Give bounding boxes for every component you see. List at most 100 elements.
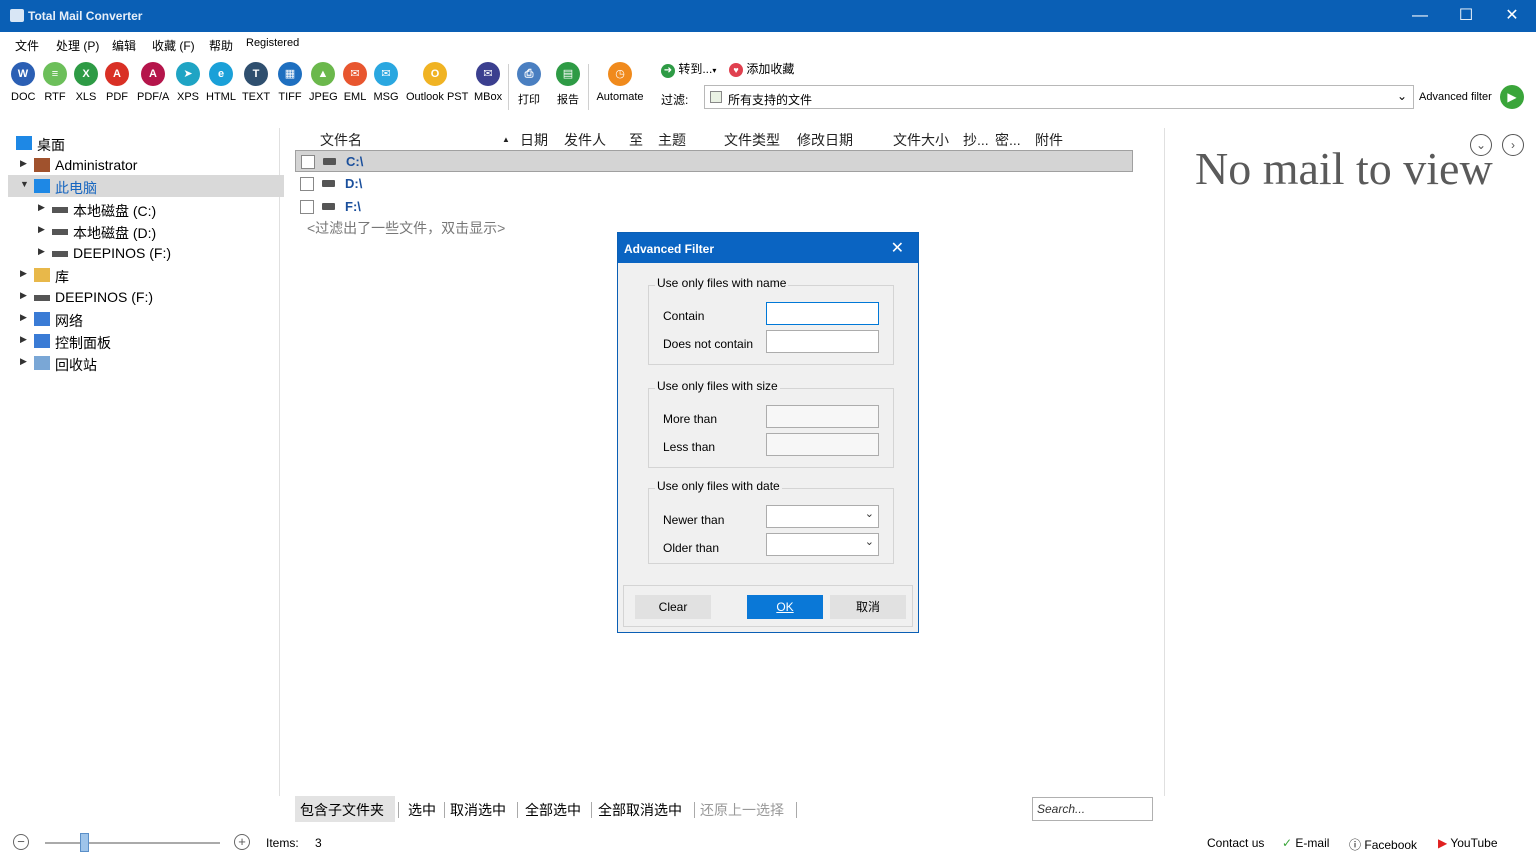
report-icon: ▤	[556, 62, 580, 86]
tree-item[interactable]: ▶ 网络	[0, 308, 276, 330]
search-input[interactable]: Search...	[1032, 797, 1153, 821]
convert-eml-button[interactable]: ✉ EML	[343, 62, 367, 103]
dialog-close-icon[interactable]: ✕	[891, 238, 904, 258]
column-header[interactable]: 至	[629, 130, 643, 150]
convert-tiff-button[interactable]: ▦ TIFF	[277, 62, 303, 103]
collapsed-arrow-icon[interactable]: ▶	[20, 334, 27, 345]
row-checkbox[interactable]	[300, 177, 314, 191]
column-header[interactable]: 文件大小	[893, 130, 949, 150]
column-header[interactable]: 附件	[1035, 130, 1063, 150]
not-contain-input[interactable]	[766, 330, 879, 353]
automate-button[interactable]: ◷ Automate	[596, 62, 644, 103]
file-row[interactable]: C:\	[295, 150, 1133, 172]
close-button[interactable]: ✕	[1489, 0, 1535, 32]
newer-than-select[interactable]: ⌄	[766, 505, 879, 528]
menu-help[interactable]: 帮助	[209, 37, 233, 54]
convert-msg-button[interactable]: ✉ MSG	[373, 62, 399, 103]
zoom-out-icon[interactable]: −	[13, 834, 29, 850]
row-checkbox[interactable]	[300, 200, 314, 214]
email-link[interactable]: ✓ E-mail	[1282, 836, 1329, 850]
column-header[interactable]: 文件类型	[724, 130, 780, 150]
filter-select[interactable]: 所有支持的文件 ⌄	[704, 85, 1414, 109]
column-header[interactable]: 文件名	[320, 130, 362, 150]
expanded-arrow-icon[interactable]: ▼	[20, 179, 29, 189]
tree-item[interactable]: ▶ 库	[0, 264, 276, 286]
maximize-button[interactable]: ☐	[1443, 0, 1489, 32]
expand-down-button[interactable]: ⌄	[1470, 134, 1492, 156]
collapsed-arrow-icon[interactable]: ▶	[20, 268, 27, 279]
menu-file[interactable]: 文件	[15, 37, 39, 54]
zoom-in-icon[interactable]: +	[234, 834, 250, 850]
column-header[interactable]: 密...	[995, 130, 1021, 150]
convert-pdf-button[interactable]: A PDF	[104, 62, 130, 103]
convert-xls-button[interactable]: X XLS	[73, 62, 99, 103]
drive-icon	[323, 158, 336, 165]
zoom-slider-thumb[interactable]	[79, 833, 89, 852]
column-header[interactable]: 日期	[520, 130, 548, 150]
collapsed-arrow-icon[interactable]: ▶	[20, 356, 27, 367]
select-all-button[interactable]: 全部选中	[525, 800, 581, 820]
file-row[interactable]: F:\	[295, 196, 1133, 218]
deselect-button[interactable]: 取消选中	[450, 800, 506, 820]
convert-doc-button[interactable]: W DOC	[11, 62, 35, 103]
collapsed-arrow-icon[interactable]: ▶	[38, 202, 45, 213]
file-row[interactable]: D:\	[295, 173, 1133, 195]
separator	[796, 802, 797, 818]
format-label: DOC	[11, 91, 36, 103]
column-header[interactable]: 抄...	[963, 130, 989, 150]
collapsed-arrow-icon[interactable]: ▶	[38, 224, 45, 235]
older-than-select[interactable]: ⌄	[766, 533, 879, 556]
tree-item[interactable]: ▶ DEEPINOS (F:)	[0, 242, 276, 264]
tree-item[interactable]: ▶ Administrator	[0, 154, 276, 176]
tree-item[interactable]: ▶ 本地磁盘 (D:)	[0, 220, 276, 242]
row-checkbox[interactable]	[301, 155, 315, 169]
ok-button[interactable]: OK	[747, 595, 823, 619]
menu-favorites[interactable]: 收藏 (F)	[152, 37, 195, 54]
convert-jpeg-button[interactable]: ▲ JPEG	[309, 62, 338, 103]
contain-input[interactable]	[766, 302, 879, 325]
print-button[interactable]: ⎙ 打印	[516, 62, 542, 107]
deselect-all-button[interactable]: 全部取消选中	[598, 800, 682, 820]
network-icon	[34, 312, 50, 326]
tree-item[interactable]: ▶ 控制面板	[0, 330, 276, 352]
cancel-button[interactable]: 取消	[830, 595, 906, 619]
column-header[interactable]: 修改日期	[797, 130, 853, 150]
convert-pdf-a-button[interactable]: A PDF/A	[137, 62, 169, 103]
column-header[interactable]: 发件人	[564, 130, 606, 150]
restore-selection-button[interactable]: 还原上一选择	[700, 800, 784, 820]
convert-rtf-button[interactable]: ≡ RTF	[42, 62, 68, 103]
menu-process[interactable]: 处理 (P)	[56, 37, 99, 54]
dialog-title-bar: Advanced Filter ✕	[618, 233, 918, 263]
convert-outlook-pst-button[interactable]: O Outlook PST	[406, 62, 468, 103]
collapsed-arrow-icon[interactable]: ▶	[20, 158, 27, 169]
convert-xps-button[interactable]: ➤ XPS	[175, 62, 201, 103]
tree-item[interactable]: ▼ 此电脑	[8, 175, 284, 197]
less-than-input[interactable]	[766, 433, 879, 456]
collapsed-arrow-icon[interactable]: ▶	[38, 246, 45, 257]
collapsed-arrow-icon[interactable]: ▶	[20, 312, 27, 323]
next-button[interactable]: ›	[1502, 134, 1524, 156]
report-button[interactable]: ▤ 报告	[555, 62, 581, 107]
convert-html-button[interactable]: e HTML	[206, 62, 236, 103]
clear-button[interactable]: Clear	[635, 595, 711, 619]
column-header[interactable]: 主题	[658, 130, 686, 150]
include-subfolders-button[interactable]: 包含子文件夹	[300, 800, 384, 820]
collapsed-arrow-icon[interactable]: ▶	[20, 290, 27, 301]
apply-filter-button[interactable]: ▶	[1500, 85, 1524, 109]
select-button[interactable]: 选中	[408, 800, 436, 820]
add-favorite-button[interactable]: ♥ 添加收藏	[729, 60, 794, 77]
more-than-input[interactable]	[766, 405, 879, 428]
tree-item[interactable]: ▶ DEEPINOS (F:)	[0, 286, 276, 308]
goto-button[interactable]: ➜ 转到...▾	[661, 60, 716, 78]
tree-item[interactable]: ▶ 回收站	[0, 352, 276, 374]
facebook-link[interactable]: ⓘ Facebook	[1349, 836, 1417, 853]
youtube-link[interactable]: ▶ YouTube	[1438, 836, 1498, 850]
advanced-filter-link[interactable]: Advanced filter	[1419, 91, 1492, 103]
menu-edit[interactable]: 编辑	[112, 37, 136, 54]
tree-item[interactable]: ▶ 本地磁盘 (C:)	[0, 198, 276, 220]
minimize-button[interactable]: —	[1397, 0, 1443, 32]
tree-item[interactable]: 桌面	[0, 132, 276, 154]
convert-text-button[interactable]: T TEXT	[241, 62, 271, 103]
jpeg-format-icon: ▲	[311, 62, 335, 86]
convert-mbox-button[interactable]: ✉ MBox	[474, 62, 502, 103]
